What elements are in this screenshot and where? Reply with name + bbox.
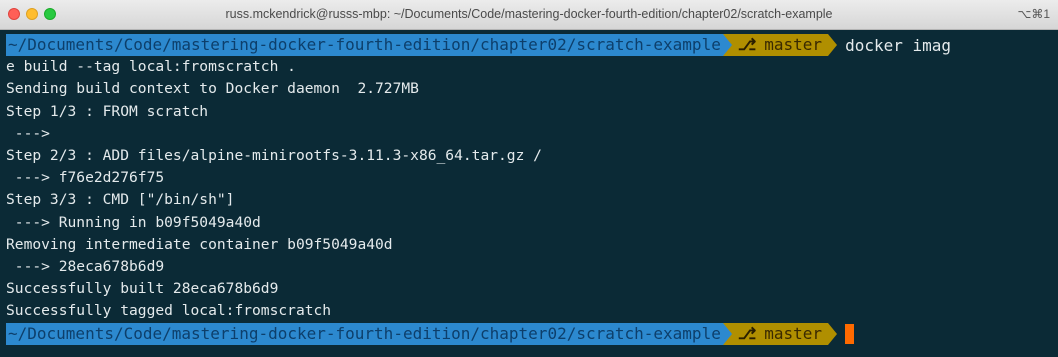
terminal-content[interactable]: ~/Documents/Code/mastering-docker-fourth… xyxy=(0,30,1058,345)
git-branch-icon: ⎇ xyxy=(737,323,757,343)
git-segment: ⎇ master xyxy=(731,322,829,345)
output-line: ---> xyxy=(6,124,50,142)
prompt-line: ~/Documents/Code/mastering-docker-fourth… xyxy=(6,34,1058,57)
prompt-path: ~/Documents/Code/mastering-docker-fourth… xyxy=(6,322,723,345)
output-line: Step 3/3 : CMD ["/bin/sh"] xyxy=(6,191,235,209)
prompt-line: ~/Documents/Code/mastering-docker-fourth… xyxy=(6,322,1058,345)
terminal-cursor[interactable] xyxy=(845,323,855,344)
powerline-separator-icon xyxy=(828,34,838,57)
powerline-separator-icon xyxy=(722,34,732,57)
window-title: russ.mckendrick@russs-mbp: ~/Documents/C… xyxy=(225,7,833,21)
terminal-window: russ.mckendrick@russs-mbp: ~/Documents/C… xyxy=(0,0,1058,357)
output-line: ---> f76e2d276f75 xyxy=(6,169,165,187)
output-line: Step 1/3 : FROM scratch xyxy=(6,102,209,120)
git-branch-name: master xyxy=(764,35,823,55)
powerline-separator-icon xyxy=(828,322,838,345)
output-line: ---> 28eca678b6d9 xyxy=(6,257,165,275)
window-shortcut: ⌥⌘1 xyxy=(1017,7,1050,21)
output-line: Successfully tagged local:fromscratch xyxy=(6,302,332,320)
title-bar: russ.mckendrick@russs-mbp: ~/Documents/C… xyxy=(0,0,1058,30)
git-segment: ⎇ master xyxy=(731,34,829,57)
prompt-path: ~/Documents/Code/mastering-docker-fourth… xyxy=(6,34,723,57)
command-text: docker imag xyxy=(845,35,952,55)
output-line: ---> Running in b09f5049a40d xyxy=(6,213,261,231)
git-branch-name: master xyxy=(764,323,823,343)
output-line: Successfully built 28eca678b6d9 xyxy=(6,280,279,298)
powerline-separator-icon xyxy=(722,322,732,345)
output-line: Sending build context to Docker daemon 2… xyxy=(6,80,419,98)
git-branch-icon: ⎇ xyxy=(737,35,757,55)
output-line: Step 2/3 : ADD files/alpine-minirootfs-3… xyxy=(6,146,542,164)
command-continuation: e build --tag local:fromscratch . xyxy=(6,58,296,76)
output-line: Removing intermediate container b09f5049… xyxy=(6,235,393,253)
